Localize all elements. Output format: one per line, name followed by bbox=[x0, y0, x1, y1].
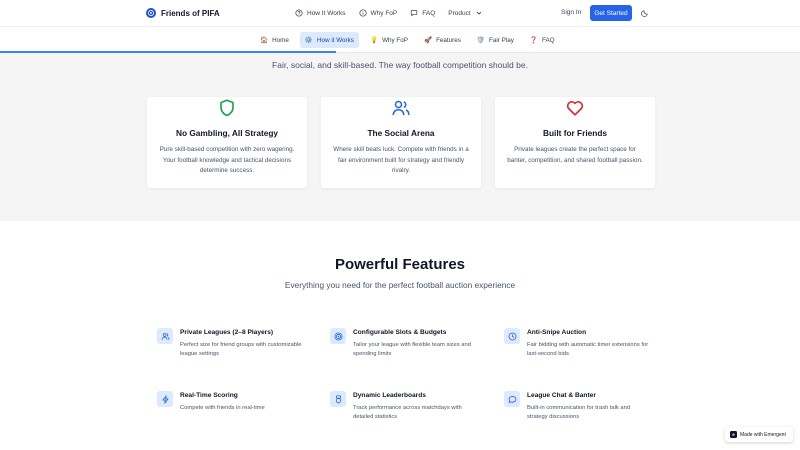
sign-in-link[interactable]: Sign In bbox=[561, 9, 581, 16]
feature-description: Built-in communication for trash talk an… bbox=[527, 405, 631, 420]
feature-title: Configurable Slots & Budgets bbox=[353, 329, 447, 336]
rocket-icon: 🚀 bbox=[423, 37, 433, 44]
nav-why-fop[interactable]: Why FoP bbox=[358, 9, 398, 17]
tab-label: FAQ bbox=[541, 36, 555, 44]
feature-title: Private Leagues (2–8 Players) bbox=[180, 329, 274, 336]
tab-features[interactable]: 🚀 Features bbox=[419, 32, 466, 48]
feature-description: Track performance across matchdays with … bbox=[353, 405, 462, 420]
nav-label: How It Works bbox=[307, 9, 346, 17]
clock-icon bbox=[504, 328, 520, 344]
card-title: The Social Arena bbox=[367, 128, 435, 138]
tab-label: Features bbox=[436, 36, 461, 44]
tab-home[interactable]: 🏠 Home bbox=[255, 32, 294, 48]
tab-faq[interactable]: ❓ FAQ bbox=[525, 32, 560, 48]
chevron-down-icon bbox=[476, 11, 481, 15]
nav-how-it-works[interactable]: How It Works bbox=[295, 9, 346, 17]
feature-description: Tailor your league with flexible team si… bbox=[353, 342, 471, 357]
tab-fair-play[interactable]: 🛡️ Fair Play bbox=[472, 32, 519, 48]
users-icon bbox=[392, 100, 410, 116]
card-description: Private leagues create the perfect space… bbox=[507, 146, 643, 164]
value-cards: No Gambling, All Strategy Pure skill-bas… bbox=[147, 97, 655, 188]
lightbulb-icon: 💡 bbox=[369, 37, 379, 44]
card-title: Built for Friends bbox=[542, 128, 608, 138]
heart-icon bbox=[566, 101, 584, 116]
feature-description: Compete with friends in real-time bbox=[180, 405, 265, 411]
card-description: Pure skill-based competition with zero w… bbox=[159, 146, 295, 174]
section-tagline: Fair, social, and skill-based. The way f… bbox=[272, 60, 528, 70]
brand-name: Friends of PIFA bbox=[161, 8, 220, 18]
medal-icon bbox=[330, 391, 346, 407]
soccer-ball-icon bbox=[146, 8, 156, 18]
moon-icon[interactable] bbox=[641, 9, 649, 17]
question-icon: ❓ bbox=[529, 37, 538, 44]
made-with-emergent-badge[interactable]: e Made with Emergent bbox=[725, 427, 793, 442]
nav-product-dropdown[interactable]: Product bbox=[448, 9, 482, 17]
top-nav: How It Works Why FoP FAQ Product bbox=[295, 9, 483, 17]
chat-bubble-icon bbox=[411, 10, 418, 17]
value-card: The Social Arena Where skill beats luck.… bbox=[321, 97, 481, 188]
question-circle-icon bbox=[295, 9, 303, 17]
get-started-button[interactable]: Get Started bbox=[590, 5, 632, 21]
target-icon bbox=[330, 328, 346, 344]
emergent-logo-icon: e bbox=[730, 431, 737, 438]
gear-icon: ⚙️ bbox=[304, 37, 313, 44]
section-nav: 🏠 Home ⚙️ How it Works 💡 Why FoP 🚀 Features … bbox=[0, 27, 800, 53]
home-icon: 🏠 bbox=[260, 37, 269, 44]
badge-label: Made with Emergent bbox=[740, 431, 786, 438]
tab-why-fop[interactable]: 💡 Why FoP bbox=[365, 32, 413, 48]
feature-title: League Chat & Banter bbox=[527, 392, 596, 399]
tab-label: How it Works bbox=[316, 36, 354, 44]
brand[interactable]: Friends of PIFA bbox=[146, 8, 220, 18]
shield-icon: 🛡️ bbox=[476, 37, 486, 44]
tab-label: Why FoP bbox=[382, 36, 408, 44]
feature-title: Dynamic Leaderboards bbox=[353, 392, 426, 399]
features-heading: Powerful Features bbox=[334, 256, 466, 273]
feature-title: Real-Time Scoring bbox=[180, 392, 238, 399]
nav-faq[interactable]: FAQ bbox=[410, 9, 435, 17]
tab-how-it-works[interactable]: ⚙️ How it Works bbox=[299, 32, 359, 48]
feature-description: Perfect size for friend groups with cust… bbox=[180, 342, 302, 357]
value-card: No Gambling, All Strategy Pure skill-bas… bbox=[147, 97, 307, 188]
nav-label: Why FoP bbox=[370, 9, 398, 17]
features-subtitle: Everything you need for the perfect foot… bbox=[284, 280, 516, 290]
card-description: Where skill beats luck. Compete with fri… bbox=[333, 146, 469, 174]
card-title: No Gambling, All Strategy bbox=[175, 128, 279, 138]
value-card: Built for Friends Private leagues create… bbox=[495, 97, 655, 188]
nav-label: Product bbox=[448, 9, 471, 17]
feature-description: Fair bidding with automatic timer extens… bbox=[527, 342, 649, 357]
tab-label: Home bbox=[272, 36, 289, 44]
users-icon bbox=[157, 328, 173, 344]
nav-label: FAQ bbox=[422, 9, 436, 17]
feature-title: Anti-Snipe Auction bbox=[527, 329, 587, 336]
lightning-icon bbox=[157, 391, 173, 407]
top-navbar: Friends of PIFA How It Works Why FoP FAQ… bbox=[0, 0, 800, 27]
shield-icon bbox=[220, 99, 234, 117]
chat-bubble-icon bbox=[504, 391, 520, 407]
info-circle-icon bbox=[358, 9, 367, 17]
tab-label: Fair Play bbox=[489, 36, 514, 44]
